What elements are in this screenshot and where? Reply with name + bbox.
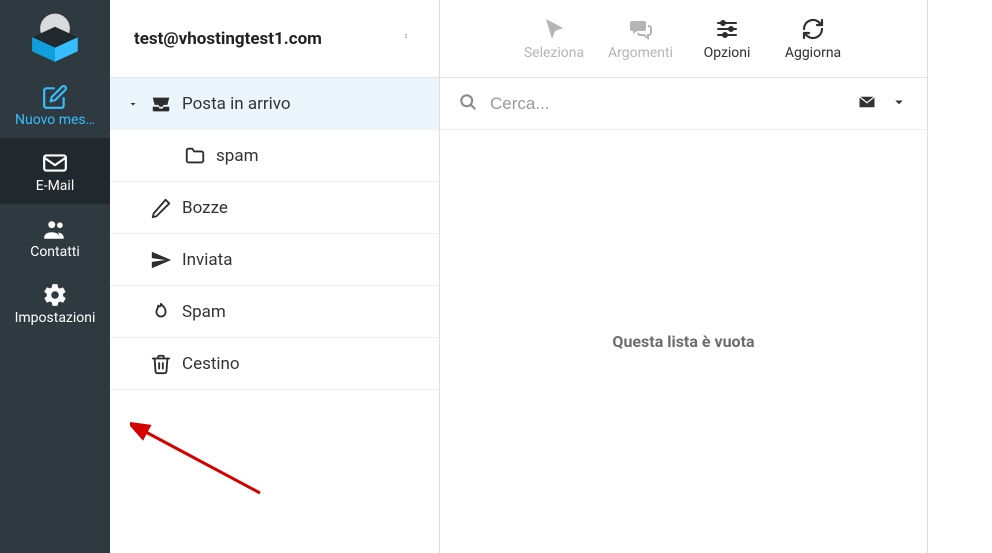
comments-icon xyxy=(628,17,652,41)
folder-inbox-label: Posta in arrivo xyxy=(182,94,291,114)
inbox-icon xyxy=(150,93,172,115)
envelope-icon xyxy=(857,93,877,111)
search-icon xyxy=(458,92,478,116)
kebab-icon xyxy=(403,26,409,46)
tool-refresh-label: Aggiorna xyxy=(785,45,841,61)
chevron-down-icon xyxy=(889,93,909,111)
nav-settings[interactable]: Impostazioni xyxy=(0,270,110,336)
search-bar xyxy=(440,78,927,130)
left-rail: Nuovo mes… E-Mail Contatti Impostazioni xyxy=(0,0,110,553)
folder-icon xyxy=(184,145,206,167)
tool-threads[interactable]: Argomenti xyxy=(608,17,673,61)
folder-drafts[interactable]: Bozze xyxy=(110,182,439,234)
app-logo xyxy=(0,0,110,72)
account-menu-button[interactable] xyxy=(397,22,415,55)
trash-icon xyxy=(150,353,172,375)
account-email: test@vhostingtest1.com xyxy=(134,29,322,49)
folder-pane: test@vhostingtest1.com Posta in arrivo xyxy=(110,0,440,553)
mail-icon xyxy=(42,150,68,176)
paper-plane-icon xyxy=(150,249,172,271)
refresh-icon xyxy=(801,17,825,41)
search-scope-button[interactable] xyxy=(857,93,877,115)
tool-refresh[interactable]: Aggiorna xyxy=(781,17,845,61)
empty-message-text: Questa lista è vuota xyxy=(612,332,754,351)
sliders-icon xyxy=(715,17,739,41)
nav-compose-label: Nuovo mes… xyxy=(11,112,99,128)
folder-list: Posta in arrivo spam Bozze xyxy=(110,78,439,390)
tool-options[interactable]: Opzioni xyxy=(695,17,759,61)
folder-inbox-spam[interactable]: spam xyxy=(110,130,439,182)
folder-drafts-label: Bozze xyxy=(182,198,228,218)
contacts-icon xyxy=(42,216,68,242)
tool-select-label: Seleziona xyxy=(524,45,584,61)
folder-trash-label: Cestino xyxy=(182,354,240,374)
folder-inbox[interactable]: Posta in arrivo xyxy=(110,78,439,130)
tool-options-label: Opzioni xyxy=(704,45,751,61)
nav-contacts[interactable]: Contatti xyxy=(0,204,110,270)
message-toolbar: Seleziona Argomenti Opzioni Aggiorna xyxy=(440,0,927,78)
search-input[interactable] xyxy=(490,94,845,114)
folder-inbox-spam-label: spam xyxy=(216,146,258,166)
folder-sent[interactable]: Inviata xyxy=(110,234,439,286)
search-options-toggle[interactable] xyxy=(889,93,909,115)
folder-sent-label: Inviata xyxy=(182,250,232,270)
flame-icon xyxy=(150,301,172,323)
nav-compose[interactable]: Nuovo mes… xyxy=(0,72,110,138)
tool-threads-label: Argomenti xyxy=(608,45,673,61)
chevron-down-icon[interactable] xyxy=(126,98,140,110)
nav-mail-label: E-Mail xyxy=(32,178,78,194)
folder-junk-label: Spam xyxy=(182,302,226,322)
nav-settings-label: Impostazioni xyxy=(11,310,100,326)
account-bar: test@vhostingtest1.com xyxy=(110,0,439,78)
nav-mail[interactable]: E-Mail xyxy=(0,138,110,204)
message-pane: Seleziona Argomenti Opzioni Aggiorna xyxy=(440,0,928,553)
tool-select[interactable]: Seleziona xyxy=(522,17,586,61)
folder-trash[interactable]: Cestino xyxy=(110,338,439,390)
gear-icon xyxy=(42,282,68,308)
cursor-icon xyxy=(542,17,566,41)
nav-contacts-label: Contatti xyxy=(26,244,84,260)
folder-junk[interactable]: Spam xyxy=(110,286,439,338)
empty-message-list: Questa lista è vuota xyxy=(440,130,927,553)
compose-icon xyxy=(42,84,68,110)
pencil-icon xyxy=(150,197,172,219)
